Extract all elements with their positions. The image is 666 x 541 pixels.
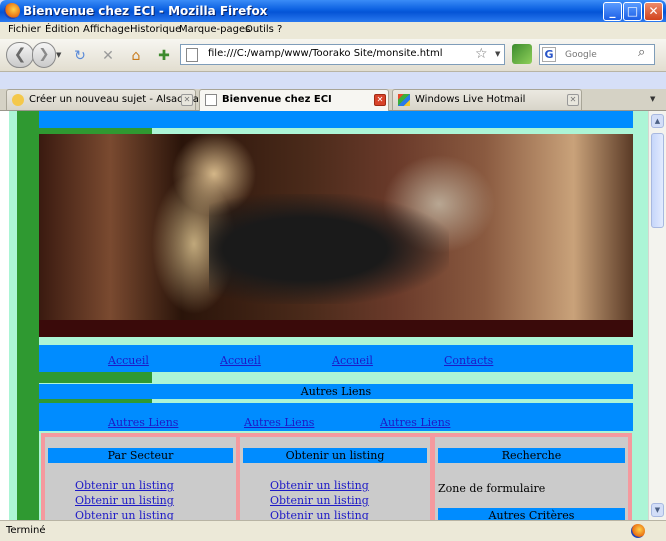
nav-link-accueil-2[interactable]: Accueil bbox=[220, 354, 261, 367]
form-zone-text: Zone de formulaire bbox=[438, 482, 546, 495]
status-text: Terminé bbox=[6, 525, 46, 536]
close-tab-icon[interactable]: ✕ bbox=[374, 94, 386, 106]
autres-liens-title: Autres Liens bbox=[300, 385, 372, 398]
column-obtenir-listing: Obtenir un listing Obtenir un listing Ob… bbox=[240, 437, 430, 520]
nav-link-autres-liens-1[interactable]: Autres Liens bbox=[108, 416, 178, 429]
title-bar: Bienvenue chez ECI - Mozilla Firefox _ □… bbox=[0, 0, 666, 22]
nav-link-autres-liens-2[interactable]: Autres Liens bbox=[244, 416, 314, 429]
firefox-status-icon bbox=[631, 524, 645, 538]
forward-button[interactable]: ❯ bbox=[32, 42, 56, 68]
criteria-header: Autres Critères bbox=[438, 508, 625, 520]
scroll-thumb[interactable] bbox=[651, 133, 664, 228]
green-accent bbox=[39, 372, 152, 383]
tab-label: Créer un nouveau sujet - Alsacréations bbox=[29, 94, 224, 105]
scroll-up-icon[interactable]: ▲ bbox=[651, 114, 664, 128]
listing-link[interactable]: Obtenir un listing bbox=[75, 509, 174, 520]
status-bar: Terminé bbox=[0, 520, 666, 541]
column-par-secteur: Par Secteur Obtenir un listing Obtenir u… bbox=[45, 437, 236, 520]
listing-link[interactable]: Obtenir un listing bbox=[75, 479, 174, 492]
reload-icon[interactable]: ↻ bbox=[71, 47, 89, 65]
tab-label: Windows Live Hotmail bbox=[415, 94, 526, 105]
left-green-bar bbox=[17, 111, 39, 520]
column-header: Par Secteur bbox=[48, 448, 233, 463]
minimize-button[interactable]: _ bbox=[603, 2, 622, 21]
vertical-scrollbar[interactable]: ▲ ▼ bbox=[648, 111, 666, 520]
tab-hotmail[interactable]: Windows Live Hotmail ✕ bbox=[392, 89, 582, 110]
column-header: Recherche bbox=[438, 448, 625, 463]
tab-label: Bienvenue chez ECI bbox=[222, 94, 332, 105]
menu-outils[interactable]: Outils bbox=[245, 24, 274, 35]
menu-bar: Fichier Édition Affichage Historique Mar… bbox=[0, 22, 666, 39]
close-tab-icon[interactable]: ✕ bbox=[181, 94, 193, 106]
menu-fichier[interactable]: Fichier bbox=[8, 24, 41, 35]
menu-marque-pages[interactable]: Marque-pages bbox=[179, 24, 250, 35]
url-dropdown-icon[interactable]: ▼ bbox=[495, 50, 500, 58]
maximize-button[interactable]: □ bbox=[623, 2, 642, 21]
secondary-nav: Autres Liens Autres Liens Autres Liens bbox=[39, 403, 633, 431]
main-nav: Accueil Accueil Accueil Contacts bbox=[39, 345, 633, 372]
banner-image bbox=[39, 134, 633, 337]
stop-icon[interactable]: ✕ bbox=[99, 47, 117, 65]
nav-link-contacts[interactable]: Contacts bbox=[444, 354, 493, 367]
close-tab-icon[interactable]: ✕ bbox=[567, 94, 579, 106]
tab-alsacreations[interactable]: Créer un nouveau sujet - Alsacréations ✕ bbox=[6, 89, 223, 110]
close-window-button[interactable]: ✕ bbox=[644, 2, 663, 21]
firefox-icon bbox=[4, 3, 20, 19]
menu-edition[interactable]: Édition bbox=[45, 24, 80, 35]
listing-link[interactable]: Obtenir un listing bbox=[75, 494, 174, 507]
banner-floor bbox=[39, 320, 633, 337]
tab-bar: Créer un nouveau sujet - Alsacréations ✕… bbox=[0, 89, 666, 111]
column-header: Obtenir un listing bbox=[243, 448, 427, 463]
url-bar[interactable]: file:///C:/wamp/www/Toorako Site/monsite… bbox=[180, 44, 505, 65]
nav-link-accueil-3[interactable]: Accueil bbox=[332, 354, 373, 367]
back-button[interactable]: ❮ bbox=[6, 42, 34, 68]
menu-affichage[interactable]: Affichage bbox=[83, 24, 130, 35]
bookmark-star-icon[interactable]: ☆ bbox=[475, 46, 488, 62]
page-icon bbox=[205, 94, 217, 106]
page-icon bbox=[186, 48, 198, 62]
page-content: Accueil Accueil Accueil Contacts Autres … bbox=[0, 111, 648, 520]
menu-help[interactable]: ? bbox=[277, 24, 282, 35]
column-recherche: Recherche Zone de formulaire Autres Crit… bbox=[435, 437, 628, 520]
menu-historique[interactable]: Historique bbox=[130, 24, 181, 35]
windows-icon bbox=[398, 94, 410, 106]
tabs-list-dropdown-icon[interactable]: ▼ bbox=[650, 95, 655, 103]
scroll-down-icon[interactable]: ▼ bbox=[651, 503, 664, 517]
nav-link-accueil-1[interactable]: Accueil bbox=[108, 354, 149, 367]
history-dropdown-icon[interactable]: ▼ bbox=[56, 51, 61, 59]
banner-figure bbox=[209, 194, 449, 304]
url-text: file:///C:/wamp/www/Toorako Site/monsite… bbox=[208, 48, 443, 59]
autres-liens-band: Autres Liens bbox=[39, 384, 633, 399]
left-margin bbox=[0, 111, 9, 520]
tab-bienvenue-eci[interactable]: Bienvenue chez ECI ✕ bbox=[199, 89, 389, 111]
nav-link-autres-liens-3[interactable]: Autres Liens bbox=[380, 416, 450, 429]
add-bookmark-icon[interactable]: ✚ bbox=[155, 47, 173, 65]
listing-link[interactable]: Obtenir un listing bbox=[270, 479, 369, 492]
listing-link[interactable]: Obtenir un listing bbox=[270, 494, 369, 507]
search-box: G ⌕ bbox=[539, 44, 655, 65]
columns-grid: Par Secteur Obtenir un listing Obtenir u… bbox=[41, 433, 632, 520]
sun-icon bbox=[12, 94, 24, 106]
search-input[interactable] bbox=[565, 47, 635, 62]
addon-icon[interactable] bbox=[512, 44, 532, 64]
top-band bbox=[39, 111, 633, 128]
search-icon[interactable]: ⌕ bbox=[638, 45, 645, 60]
window-title: Bienvenue chez ECI - Mozilla Firefox bbox=[23, 4, 268, 18]
home-icon[interactable]: ⌂ bbox=[127, 47, 145, 65]
listing-link[interactable]: Obtenir un listing bbox=[270, 509, 369, 520]
search-engine-icon[interactable]: G bbox=[542, 47, 556, 62]
